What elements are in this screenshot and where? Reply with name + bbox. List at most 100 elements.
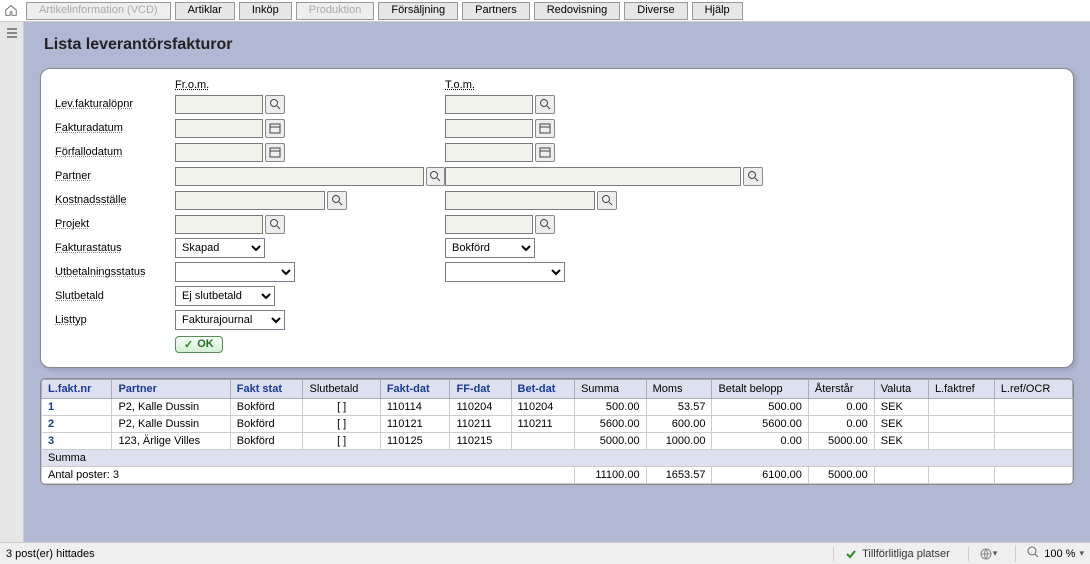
- cell-partner: 123, Ärlige Villes: [112, 433, 230, 450]
- total-betalt: 6100.00: [712, 467, 808, 484]
- cell-betdat: 110204: [511, 399, 575, 416]
- left-gutter: [0, 22, 24, 542]
- label-listtyp: Listtyp: [55, 314, 175, 326]
- lookup-icon[interactable]: [265, 215, 285, 234]
- select-utbetalningsstatus-to[interactable]: [445, 262, 565, 282]
- tab-artikelinformation: Artikelinformation (VCD): [26, 2, 171, 20]
- tab-diverse[interactable]: Diverse: [624, 2, 687, 20]
- results-table: L.fakt.nr Partner Fakt stat Slutbetald F…: [40, 378, 1074, 485]
- zoom-icon: [1026, 545, 1040, 562]
- th-moms[interactable]: Moms: [646, 380, 712, 399]
- select-utbetalningsstatus-from[interactable]: [175, 262, 295, 282]
- cell-betdat: 110211: [511, 416, 575, 433]
- cell-moms: 600.00: [646, 416, 712, 433]
- select-fakturastatus-to[interactable]: Bokförd: [445, 238, 535, 258]
- tab-forsaljning[interactable]: Försäljning: [378, 2, 458, 20]
- table-row[interactable]: 2P2, Kalle DussinBokförd[ ]1101211102111…: [42, 416, 1073, 433]
- zoom-control[interactable]: 100 % ▾: [1015, 545, 1084, 562]
- cell-faktstat: Bokförd: [230, 416, 303, 433]
- input-projekt-from[interactable]: [175, 215, 263, 234]
- calendar-icon[interactable]: [265, 119, 285, 138]
- tab-hjalp[interactable]: Hjälp: [692, 2, 743, 20]
- cell-ffdat: 110211: [450, 416, 511, 433]
- cell-faktdat: 110114: [380, 399, 450, 416]
- lookup-icon[interactable]: [597, 191, 617, 210]
- cell-lfaktnr[interactable]: 2: [42, 416, 112, 433]
- th-lfaktref[interactable]: L.faktref: [928, 380, 994, 399]
- statusbar: 3 post(er) hittades Tillförlitliga plats…: [0, 542, 1090, 564]
- input-projekt-to[interactable]: [445, 215, 533, 234]
- cell-slutbetald: [ ]: [303, 433, 380, 450]
- calendar-icon[interactable]: [535, 143, 555, 162]
- cell-summa: 5600.00: [575, 416, 646, 433]
- th-summa[interactable]: Summa: [575, 380, 646, 399]
- chevron-down-icon: ▾: [1079, 548, 1084, 559]
- input-partner-from[interactable]: [175, 167, 424, 186]
- tab-artiklar[interactable]: Artiklar: [175, 2, 235, 20]
- cell-faktstat: Bokförd: [230, 399, 303, 416]
- input-levfakturanr-from[interactable]: [175, 95, 263, 114]
- input-forfallodatum-to[interactable]: [445, 143, 533, 162]
- tab-partners[interactable]: Partners: [462, 2, 530, 20]
- th-betalt[interactable]: Betalt belopp: [712, 380, 808, 399]
- input-forfallodatum-from[interactable]: [175, 143, 263, 162]
- cell-aterstar: 5000.00: [808, 433, 874, 450]
- cell-partner: P2, Kalle Dussin: [112, 399, 230, 416]
- cell-valuta: SEK: [874, 416, 928, 433]
- calendar-icon[interactable]: [265, 143, 285, 162]
- cell-moms: 53.57: [646, 399, 712, 416]
- filter-panel: Fr.o.m. T.o.m. Lev.fakturalöpnr: [40, 68, 1074, 368]
- th-betdat[interactable]: Bet-dat: [511, 380, 575, 399]
- cell-lfaktnr[interactable]: 3: [42, 433, 112, 450]
- cell-lrefocr: [994, 399, 1072, 416]
- total-aterstar: 5000.00: [808, 467, 874, 484]
- cell-slutbetald: [ ]: [303, 399, 380, 416]
- input-levfakturanr-to[interactable]: [445, 95, 533, 114]
- zoom-value: 100 %: [1044, 548, 1075, 560]
- topbar: Artikelinformation (VCD) Artiklar Inköp …: [0, 0, 1090, 22]
- lookup-icon[interactable]: [535, 95, 555, 114]
- trust-indicator[interactable]: Tillförlitliga platser: [833, 547, 950, 561]
- globe-icon[interactable]: ▾: [968, 547, 998, 561]
- select-fakturastatus-from[interactable]: Skapad: [175, 238, 265, 258]
- th-partner[interactable]: Partner: [112, 380, 230, 399]
- summa-row: Summa: [42, 450, 1073, 467]
- th-lfaktnr[interactable]: L.fakt.nr: [42, 380, 112, 399]
- status-left: 3 post(er) hittades: [6, 548, 95, 560]
- total-moms: 1653.57: [646, 467, 712, 484]
- cell-faktstat: Bokförd: [230, 433, 303, 450]
- th-lrefocr[interactable]: L.ref/OCR: [994, 380, 1072, 399]
- input-kostnadsstalle-from[interactable]: [175, 191, 325, 210]
- input-fakturadatum-from[interactable]: [175, 119, 263, 138]
- menu-icon[interactable]: [5, 26, 19, 40]
- lookup-icon[interactable]: [535, 215, 555, 234]
- tab-redovisning[interactable]: Redovisning: [534, 2, 621, 20]
- home-icon[interactable]: [4, 3, 20, 19]
- th-slutbetald[interactable]: Slutbetald: [303, 380, 380, 399]
- th-faktstat[interactable]: Fakt stat: [230, 380, 303, 399]
- trust-label: Tillförlitliga platser: [862, 548, 950, 560]
- lookup-icon[interactable]: [426, 167, 445, 186]
- input-partner-to[interactable]: [445, 167, 741, 186]
- th-valuta[interactable]: Valuta: [874, 380, 928, 399]
- lookup-icon[interactable]: [265, 95, 285, 114]
- lookup-icon[interactable]: [743, 167, 763, 186]
- header-from: Fr.o.m.: [175, 79, 445, 91]
- tab-inkop[interactable]: Inköp: [239, 2, 292, 20]
- cell-betalt: 0.00: [712, 433, 808, 450]
- input-kostnadsstalle-to[interactable]: [445, 191, 595, 210]
- cell-lfaktnr[interactable]: 1: [42, 399, 112, 416]
- lookup-icon[interactable]: [327, 191, 347, 210]
- th-aterstar[interactable]: Återstår: [808, 380, 874, 399]
- select-slutbetald[interactable]: Ej slutbetald: [175, 286, 275, 306]
- calendar-icon[interactable]: [535, 119, 555, 138]
- table-row[interactable]: 3123, Ärlige VillesBokförd[ ]11012511021…: [42, 433, 1073, 450]
- table-row[interactable]: 1P2, Kalle DussinBokförd[ ]1101141102041…: [42, 399, 1073, 416]
- th-ffdat[interactable]: FF-dat: [450, 380, 511, 399]
- tab-produktion: Produktion: [296, 2, 375, 20]
- ok-button[interactable]: OK: [175, 336, 223, 353]
- th-faktdat[interactable]: Fakt-dat: [380, 380, 450, 399]
- input-fakturadatum-to[interactable]: [445, 119, 533, 138]
- select-listtyp[interactable]: Fakturajournal: [175, 310, 285, 330]
- label-slutbetald: Slutbetald: [55, 290, 175, 302]
